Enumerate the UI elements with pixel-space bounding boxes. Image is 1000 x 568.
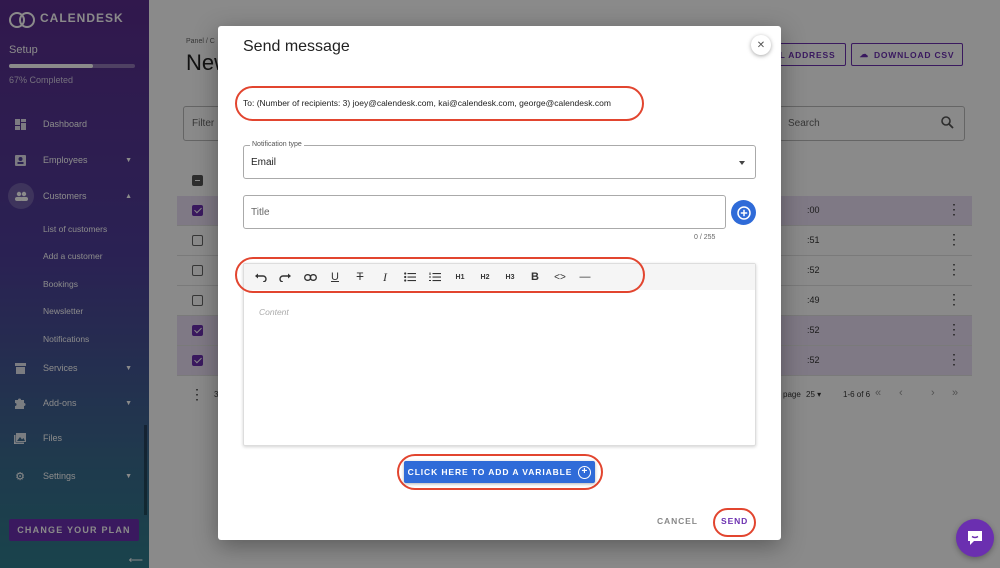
title-char-counter: 0 / 255 [694,234,716,241]
add-variable-button[interactable]: CLICK HERE TO ADD A VARIABLE + [404,461,595,483]
cancel-button[interactable]: CANCEL [657,516,698,526]
chat-launcher-button[interactable] [956,519,994,557]
notification-type-select[interactable]: Notification type Email [243,141,756,179]
dialog-title: Send message [243,38,350,55]
send-button[interactable]: SEND [721,516,748,526]
plus-circle-icon: + [578,465,592,479]
add-title-variable-button[interactable] [731,200,756,225]
title-input[interactable] [243,195,726,229]
send-message-dialog: Send message ✕ To: (Number of recipients… [218,26,781,540]
chat-bubble-icon [968,531,982,545]
recipients-line: To: (Number of recipients: 3) joey@calen… [243,98,611,108]
notification-type-label: Notification type [250,141,304,148]
dropdown-arrow-icon [739,161,745,165]
content-placeholder: Content [259,307,289,317]
toolbar-highlight [235,257,645,293]
add-variable-label: CLICK HERE TO ADD A VARIABLE [407,467,573,477]
notification-type-value: Email [251,157,277,168]
plus-circle-icon [736,205,751,220]
close-icon[interactable]: ✕ [751,35,771,55]
